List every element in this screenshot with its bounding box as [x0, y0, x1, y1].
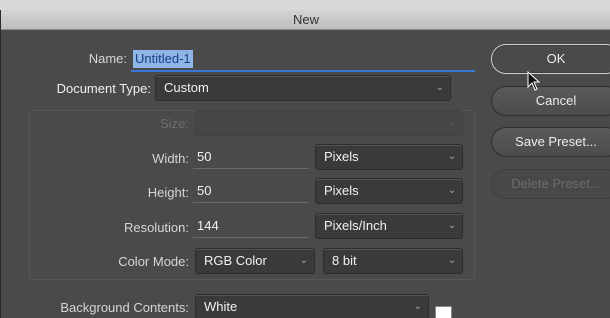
- width-input[interactable]: 50: [193, 146, 309, 169]
- resolution-label: Resolution:: [123, 220, 189, 235]
- bit-depth-select[interactable]: 8 bit ⌄: [323, 248, 463, 274]
- background-contents-label: Background Contents:: [60, 300, 189, 315]
- name-label: Name:: [88, 51, 127, 66]
- document-type-label: Document Type:: [56, 81, 151, 96]
- cancel-button[interactable]: Cancel: [491, 86, 610, 116]
- background-color-swatch[interactable]: [435, 306, 452, 318]
- height-unit-select[interactable]: Pixels ⌄: [315, 178, 463, 204]
- width-label: Width:: [152, 151, 189, 166]
- chevron-down-icon: ⌄: [447, 220, 456, 231]
- size-label: Size:: [160, 116, 189, 131]
- background-contents-value: White: [204, 299, 238, 314]
- chevron-down-icon: ⌄: [447, 255, 456, 266]
- chevron-down-icon: ⌄: [447, 151, 456, 162]
- resolution-unit-value: Pixels/Inch: [324, 218, 387, 233]
- chevron-down-icon: ⌄: [413, 301, 422, 312]
- chevron-down-icon: ⌄: [435, 82, 444, 93]
- height-unit-value: Pixels: [324, 183, 359, 198]
- color-mode-select[interactable]: RGB Color ⌄: [195, 248, 315, 274]
- chevron-down-icon: ⌄: [299, 255, 308, 266]
- document-type-select[interactable]: Custom ⌄: [155, 75, 451, 101]
- bit-depth-value: 8 bit: [332, 253, 357, 268]
- background-contents-select[interactable]: White ⌄: [195, 294, 429, 318]
- ok-button[interactable]: OK: [491, 44, 610, 74]
- color-mode-label: Color Mode:: [118, 254, 189, 269]
- resolution-input[interactable]: 144: [193, 215, 309, 238]
- save-preset-button[interactable]: Save Preset...: [491, 127, 610, 157]
- height-label: Height:: [147, 185, 189, 200]
- height-input[interactable]: 50: [193, 180, 309, 203]
- size-select: ⌄: [195, 110, 463, 136]
- width-unit-value: Pixels: [324, 149, 359, 164]
- mouse-cursor-icon: [527, 71, 541, 91]
- dialog-title: New: [1, 10, 610, 30]
- chevron-down-icon: ⌄: [447, 117, 456, 128]
- new-document-dialog: New Name: Untitled-1 Document Type: Cust…: [0, 10, 610, 318]
- chevron-down-icon: ⌄: [447, 185, 456, 196]
- name-value-selected: Untitled-1: [133, 50, 193, 68]
- name-input[interactable]: Untitled-1: [131, 48, 475, 72]
- delete-preset-button: Delete Preset...: [491, 169, 610, 199]
- width-unit-select[interactable]: Pixels ⌄: [315, 144, 463, 170]
- document-type-value: Custom: [164, 80, 209, 95]
- resolution-unit-select[interactable]: Pixels/Inch ⌄: [315, 213, 463, 239]
- color-mode-value: RGB Color: [204, 253, 267, 268]
